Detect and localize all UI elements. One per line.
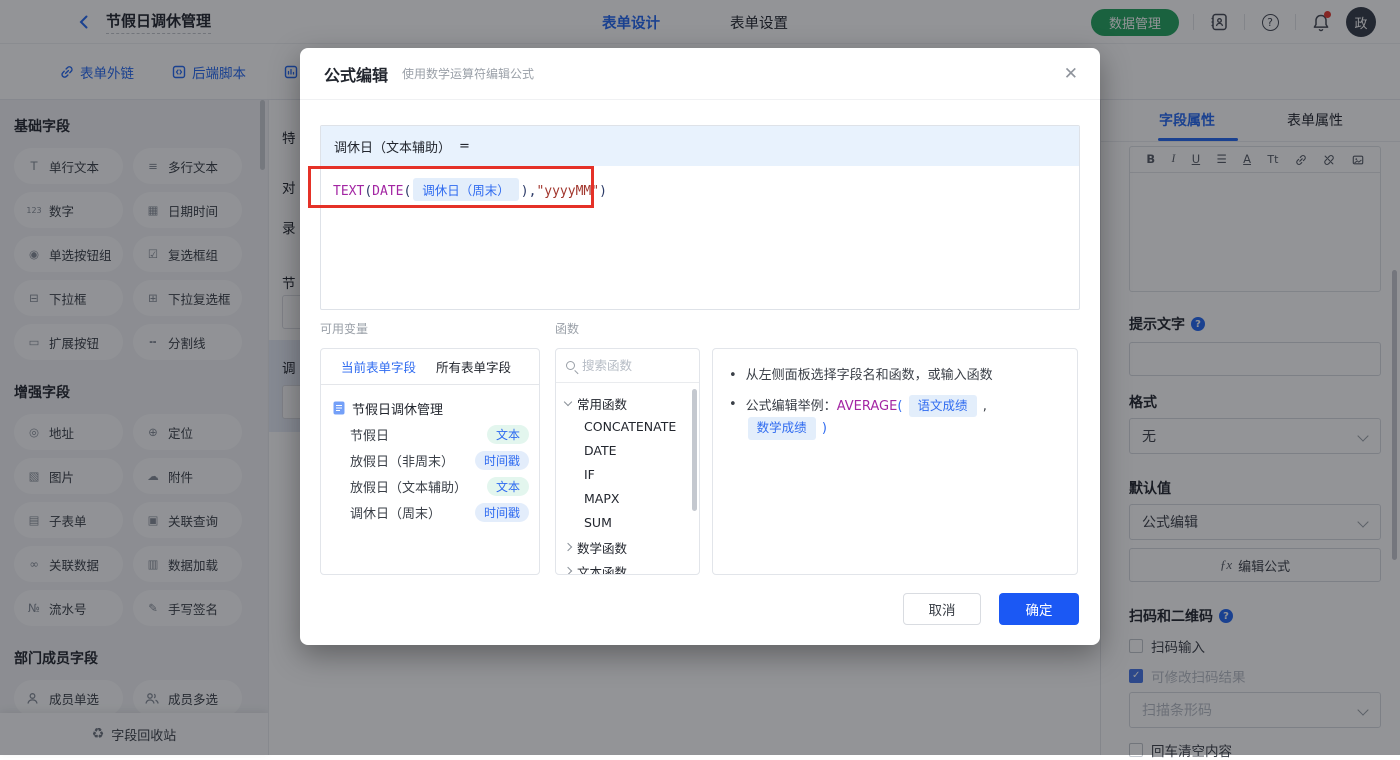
function-search-input[interactable] [582,358,682,373]
example-field-chip: 数学成绩 [748,417,816,440]
variables-label: 可用变量 [320,320,368,337]
chevron-down-icon [564,397,572,405]
modal-header: 公式编辑 使用数学运算符编辑公式 [300,48,1100,100]
tree-root-label: 节假日调休管理 [352,399,443,418]
example-function: AVERAGE [837,399,898,414]
formula-target-field: 调休日（文本辅助） [334,137,451,156]
tip-line: • 从左侧面板选择字段名和函数，或输入函数 [729,366,1061,386]
formula-string: "yyyyMM" [536,184,599,199]
formula-paren: ), [521,184,537,199]
variable-type-badge: 时间戳 [475,451,529,470]
variables-tree: 节假日调休管理 节假日 文本 放假日（非周末） 时间戳 放假日（文本辅助） 文本… [321,385,539,525]
example-field-chip: 语文成绩 [909,395,977,418]
tip-example-line: • 公式编辑举例：AVERAGE( 语文成绩 , 数学成绩 ) [729,395,1061,441]
function-item[interactable]: MAPX [556,487,699,511]
variable-type-badge: 文本 [487,477,529,496]
tree-root-form[interactable]: 节假日调休管理 [333,395,539,421]
bullet: • [729,366,737,386]
formula-paren: ( [403,184,411,199]
field-chip[interactable]: 调休日（周末） [413,178,519,201]
variable-name: 放假日（非周末） [350,451,454,470]
function-item[interactable]: CONCATENATE [556,415,699,439]
variable-row[interactable]: 放假日（非周末） 时间戳 [333,447,539,473]
search-icon [566,361,575,370]
variable-row[interactable]: 节假日 文本 [333,421,539,447]
tab-all-form-fields[interactable]: 所有表单字段 [436,357,511,376]
formula-paren: ( [364,184,372,199]
function-list: 常用函数 CONCATENATE DATE IF MAPX SUM 数学函数 文… [556,383,699,575]
tip-example: 公式编辑举例：AVERAGE( 语文成绩 , 数学成绩 ) [746,395,1061,441]
function-group-math[interactable]: 数学函数 [556,535,699,559]
formula-target-bar: 调休日（文本辅助） = [321,126,1079,166]
function-item[interactable]: DATE [556,439,699,463]
function-item[interactable]: SUM [556,511,699,535]
chevron-right-icon [564,567,572,575]
equals-sign: = [459,139,470,154]
example-paren: ) [822,421,827,436]
tips-panel: • 从左侧面板选择字段名和函数，或输入函数 • 公式编辑举例：AVERAGE( … [712,348,1078,575]
close-icon[interactable]: ✕ [1064,64,1078,84]
variable-name: 放假日（文本辅助） [350,477,467,496]
function-group-label: 文本函数 [577,562,627,576]
bullet: • [729,395,737,441]
function-group-text[interactable]: 文本函数 [556,559,699,575]
variables-panel: 当前表单字段 所有表单字段 节假日调休管理 节假日 文本 放假日（非周末） 时间… [320,348,540,575]
example-comma: , [983,399,987,414]
functions-label: 函数 [555,320,579,337]
variable-name: 调休日（周末） [350,503,441,522]
variable-type-badge: 时间戳 [475,503,529,522]
formula-keyword-date: DATE [372,184,403,199]
tip-text: 从左侧面板选择字段名和函数，或输入函数 [746,366,993,386]
confirm-button[interactable]: 确定 [999,593,1079,625]
function-item[interactable]: IF [556,463,699,487]
function-group-common[interactable]: 常用函数 [556,391,699,415]
variable-type-badge: 文本 [487,425,529,444]
variable-row[interactable]: 调休日（周末） 时间戳 [333,499,539,525]
formula-keyword-text: TEXT [333,184,364,199]
formula-editor-area: 调休日（文本辅助） = TEXT(DATE(调休日（周末）),"yyyyMM") [320,125,1080,310]
function-group-label: 常用函数 [577,394,627,413]
tip-example-prefix: 公式编辑举例： [746,399,837,414]
function-group-label: 数学函数 [577,538,627,557]
variables-tabs: 当前表单字段 所有表单字段 [321,349,539,385]
chevron-right-icon [564,543,572,551]
formula-editor-modal: 公式编辑 使用数学运算符编辑公式 ✕ 调休日（文本辅助） = TEXT(DATE… [300,48,1100,645]
formula-paren: ) [599,184,607,199]
function-search[interactable] [556,349,699,383]
example-paren: ( [897,399,902,414]
modal-title: 公式编辑 [324,62,388,86]
cancel-button[interactable]: 取消 [903,593,981,625]
functions-scrollbar[interactable] [692,389,697,511]
variable-name: 节假日 [350,425,389,444]
tab-current-form-fields[interactable]: 当前表单字段 [341,357,416,376]
functions-panel: 常用函数 CONCATENATE DATE IF MAPX SUM 数学函数 文… [555,348,700,575]
modal-subtitle: 使用数学运算符编辑公式 [402,65,534,82]
form-doc-icon [333,401,345,415]
variable-row[interactable]: 放假日（文本辅助） 文本 [333,473,539,499]
formula-input[interactable]: TEXT(DATE(调休日（周末）),"yyyyMM") [321,166,1079,213]
